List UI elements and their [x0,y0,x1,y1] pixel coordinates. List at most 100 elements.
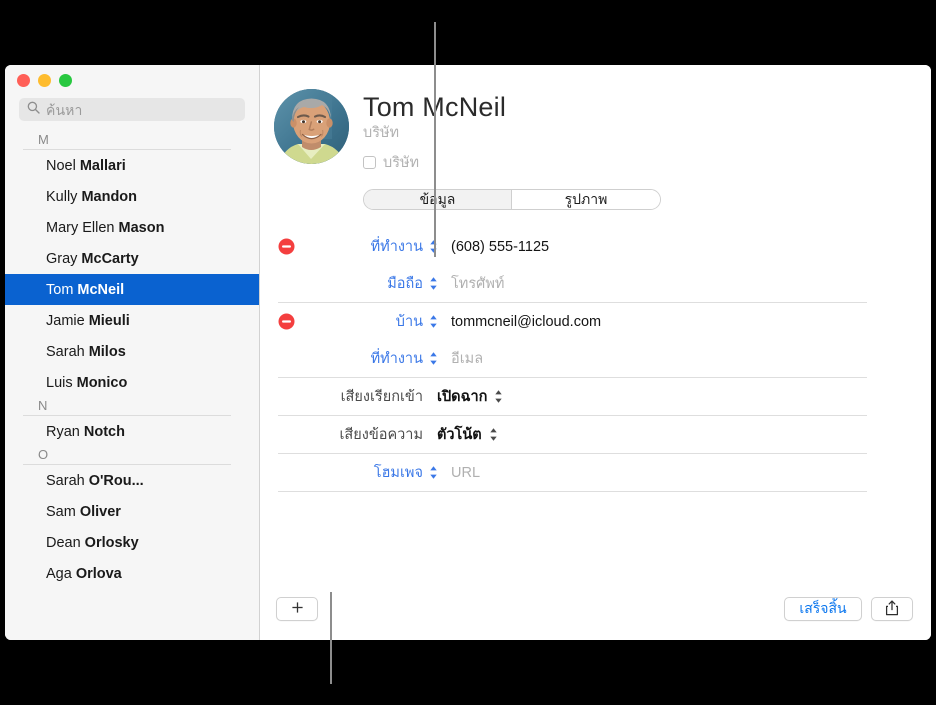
field-label[interactable]: ที่ทำงาน [278,235,426,258]
field-label[interactable]: โฮมเพจ [278,461,426,484]
contact-row-selected[interactable]: Tom McNeil [5,274,259,305]
field-value-placeholder[interactable]: อีเมล [440,347,483,370]
contact-row[interactable]: Ryan Notch [5,416,259,447]
contact-list[interactable]: M Noel Mallari Kully Mandon Mary Ellen Mason Gr… [5,121,259,640]
texttone-group: เสียงข้อความ ตัวโน้ต [278,416,867,455]
remove-field-icon[interactable] [278,238,295,255]
field-row: บ้าน tommcneil@icloud.com [278,303,867,340]
share-icon [885,599,899,619]
popup-button[interactable]: ตัวโน้ต [426,423,498,446]
screenshot-stage: ค้นหา M Noel Mallari Kully Mandon Mary Ellen M… [0,0,936,705]
segmented-control[interactable]: ข้อมูล รูปภาพ [363,189,661,211]
contact-row[interactable]: Jamie Mieuli [5,305,259,336]
remove-field-icon[interactable] [278,313,295,330]
tab-photos[interactable]: รูปภาพ [512,190,660,210]
search-placeholder: ค้นหา [46,101,83,118]
field-label[interactable]: บ้าน [278,310,426,333]
field-label[interactable]: ที่ทำงาน [278,347,426,370]
contact-row[interactable]: Sarah O'Rou... [5,465,259,496]
contact-header: Tom McNeil บริษัท บริษัท [260,65,931,174]
contact-fields: ที่ทำงาน (608) 555-1125 มือถือ โทรศัพท์บ้าน… [260,228,931,578]
footer-right-group: เสร็จสิ้น [784,597,913,621]
contact-row[interactable]: Mary Ellen Mason [5,212,259,243]
field-value-placeholder[interactable]: URL [440,465,480,481]
popup-stepper-icon [494,389,503,404]
field-label: เสียงข้อความ [339,427,423,444]
company-checkbox[interactable] [363,156,376,170]
contact-row[interactable]: Dean Orlosky [5,527,259,558]
field-row: โฮมเพจ URL [278,454,867,491]
contact-first-name: Kully [46,188,78,205]
field-row: เสียงเรียกเข้า เปิดฉาก [278,378,867,415]
callout-line-top [434,22,436,257]
search-input[interactable]: ค้นหา [19,98,245,121]
window-traffic-lights [5,65,259,95]
contact-row[interactable]: Noel Mallari [5,150,259,181]
contact-last-name: Mieuli [88,312,130,329]
contact-row[interactable]: Sarah Milos [5,336,259,367]
contact-first-name: Tom [46,281,74,298]
contact-row[interactable]: Sam Oliver [5,496,259,527]
search-icon [27,101,40,119]
zoom-button[interactable] [59,74,72,87]
search-container: ค้นหา [5,95,259,121]
done-button[interactable]: เสร็จสิ้น [784,597,862,621]
plus-icon [291,601,304,617]
field-row: ที่ทำงาน (608) 555-1125 [278,228,867,265]
company-checkbox-label: บริษัท [383,155,420,172]
contact-last-name: McNeil [77,281,125,298]
contact-first-name: Dean [46,534,81,551]
contact-last-name: Mason [118,219,165,236]
detail-tabs: ข้อมูล รูปภาพ [260,174,931,211]
field-label-stepper-icon[interactable] [426,239,440,254]
field-row: มือถือ โทรศัพท์ [278,265,867,302]
field-row: เสียงข้อความ ตัวโน้ต [278,416,867,453]
contact-row[interactable]: Aga Orlova [5,558,259,589]
contact-first-name: Ryan [46,423,80,440]
popup-button[interactable]: เปิดฉาก [426,385,503,408]
ringtone-group: เสียงเรียกเข้า เปิดฉาก [278,378,867,417]
contact-first-name: Sam [46,503,76,520]
detail-footer: เสร็จสิ้น [260,578,931,640]
contact-last-name: Mallari [79,157,126,174]
contact-last-name: McCarty [81,250,139,267]
contact-row[interactable]: Kully Mandon [5,181,259,212]
avatar[interactable] [274,89,349,164]
close-button[interactable] [17,74,30,87]
contact-first-name: Mary Ellen [46,219,115,236]
section-header-O: O [38,447,49,462]
field-label: เสียงเรียกเข้า [340,389,423,406]
contact-first-name: Aga [46,565,72,582]
share-button[interactable] [871,597,913,621]
field-row: ที่ทำงาน อีเมล [278,340,867,377]
contact-row[interactable]: Luis Monico [5,367,259,398]
minimize-button[interactable] [38,74,51,87]
homepage-group: โฮมเพจ URL [278,454,867,493]
popup-value: เปิดฉาก [437,389,488,406]
contact-first-name: Jamie [46,312,85,329]
field-label[interactable]: มือถือ [278,272,426,295]
contact-first-name: Sarah [46,343,85,360]
contact-last-name: Oliver [79,503,121,520]
field-label-stepper-icon[interactable] [426,465,440,480]
contact-row[interactable]: Gray McCarty [5,243,259,274]
field-value[interactable]: (608) 555-1125 [440,239,549,255]
section-header-M: M [38,132,49,147]
add-field-button[interactable] [276,597,318,621]
email-group: บ้าน tommcneil@icloud.com ที่ทำงาน อีเมล [278,303,867,379]
field-value[interactable]: tommcneil@icloud.com [440,314,601,330]
contact-last-name: Orlova [75,565,122,582]
field-value-placeholder[interactable]: โทรศัพท์ [440,272,504,295]
contact-first-name: Gray [46,250,78,267]
callout-line-bottom [330,592,332,684]
field-label-stepper-icon[interactable] [426,351,440,366]
contact-first-name: Noel [46,157,76,174]
contact-last-name: Monico [76,374,128,391]
contact-last-name: Notch [83,423,125,440]
section-header-N: N [38,398,48,413]
contact-last-name: O'Rou... [88,472,144,489]
tab-info[interactable]: ข้อมูล [364,190,512,210]
field-label-stepper-icon[interactable] [426,276,440,291]
field-label-stepper-icon[interactable] [426,314,440,329]
contact-last-name: Milos [88,343,126,360]
